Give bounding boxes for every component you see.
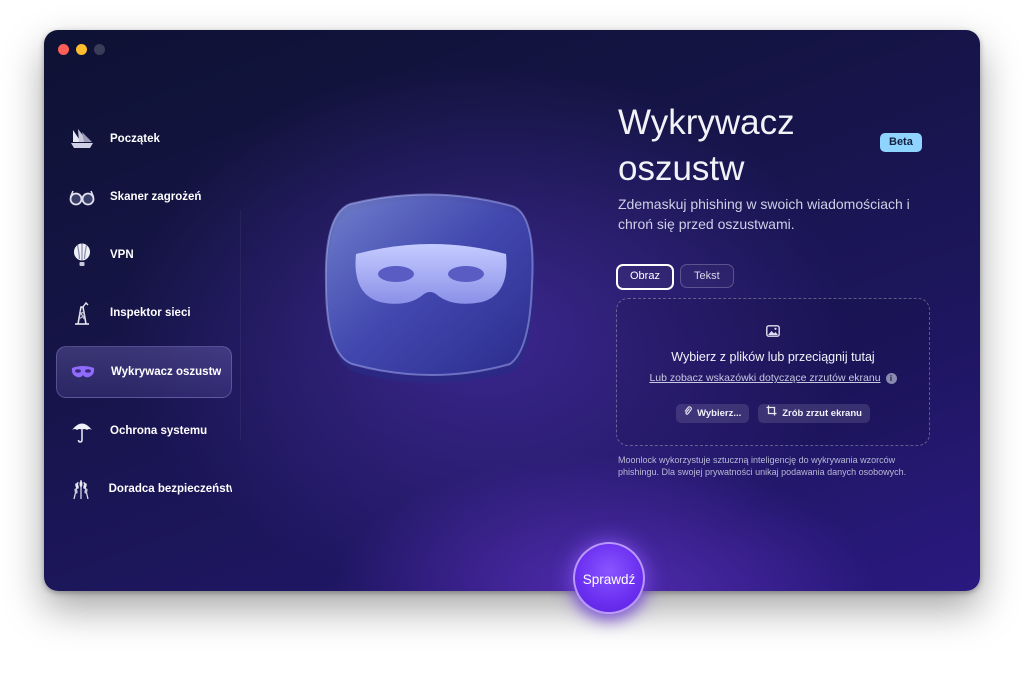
close-window-button[interactable] xyxy=(58,44,69,55)
wheat-icon xyxy=(68,475,95,503)
beta-badge: Beta xyxy=(880,133,922,152)
sidebar-item-label: Doradca bezpieczeństw xyxy=(108,483,232,495)
zoom-window-button[interactable] xyxy=(94,44,105,55)
image-dropzone[interactable]: Wybierz z plików lub przeciągnij tutaj L… xyxy=(616,298,930,446)
sidebar-item-ochrona[interactable]: Ochrona systemu xyxy=(56,406,232,456)
crop-icon xyxy=(766,404,777,423)
tab-tekst[interactable]: Tekst xyxy=(679,264,734,288)
sidebar-item-label: VPN xyxy=(110,249,134,261)
minimize-window-button[interactable] xyxy=(76,44,87,55)
page-subtitle: Zdemaskuj phishing w swoich wiadomościac… xyxy=(618,196,910,232)
sidebar-item-vpn[interactable]: VPN xyxy=(56,230,232,280)
image-icon xyxy=(766,324,780,337)
take-screenshot-button[interactable]: Zrób zrzut ekranu xyxy=(758,404,870,423)
check-button[interactable]: Sprawdź xyxy=(573,542,645,614)
dropzone-text: Wybierz z plików lub przeciągnij tutaj xyxy=(671,350,875,364)
tab-obraz[interactable]: Obraz xyxy=(616,264,674,290)
sidebar-item-label: Wykrywacz oszustw xyxy=(111,366,222,378)
hero-mask-illustration xyxy=(322,190,542,390)
sidebar-item-label: Skaner zagrożeń xyxy=(110,191,202,203)
sidebar: Początek Skaner zagrożeń VPN Inspektor s… xyxy=(56,114,232,522)
page-title: Wykrywacz oszustw xyxy=(618,103,795,188)
choose-file-button[interactable]: Wybierz... xyxy=(676,404,750,423)
sidebar-item-label: Inspektor sieci xyxy=(110,307,191,319)
traffic-lights xyxy=(58,44,105,55)
privacy-disclaimer: Moonlock wykorzystuje sztuczną inteligen… xyxy=(618,455,907,477)
network-tower-icon xyxy=(68,299,96,327)
umbrella-icon xyxy=(68,417,96,445)
screenshot-tips-link[interactable]: Lub zobacz wskazówki dotyczące zrzutów e… xyxy=(649,372,880,384)
input-type-tabs: Obraz Tekst xyxy=(616,264,734,290)
balloon-icon xyxy=(68,241,96,269)
choose-file-label: Wybierz... xyxy=(697,408,742,419)
sidebar-item-wykrywacz[interactable]: Wykrywacz oszustw xyxy=(56,346,232,398)
app-window: Początek Skaner zagrożeń VPN Inspektor s… xyxy=(44,30,980,591)
sidebar-item-skaner[interactable]: Skaner zagrożeń xyxy=(56,172,232,222)
glasses-scanner-icon xyxy=(68,183,96,211)
home-sailboat-icon xyxy=(68,125,96,153)
sidebar-item-inspektor[interactable]: Inspektor sieci xyxy=(56,288,232,338)
dropzone-buttons: Wybierz... Zrób zrzut ekranu xyxy=(617,404,929,423)
sidebar-item-label: Ochrona systemu xyxy=(110,425,208,437)
sidebar-item-poczatek[interactable]: Początek xyxy=(56,114,232,164)
paperclip-icon xyxy=(684,404,692,423)
take-screenshot-label: Zrób zrzut ekranu xyxy=(782,408,862,419)
sidebar-item-label: Początek xyxy=(110,133,160,145)
sidebar-divider xyxy=(240,210,241,440)
mask-icon xyxy=(69,358,97,386)
sidebar-item-doradca[interactable]: Doradca bezpieczeństw xyxy=(56,464,232,514)
info-icon[interactable]: i xyxy=(885,372,897,384)
screenshot-tips: Lub zobacz wskazówki dotyczące zrzutów e… xyxy=(617,372,929,384)
